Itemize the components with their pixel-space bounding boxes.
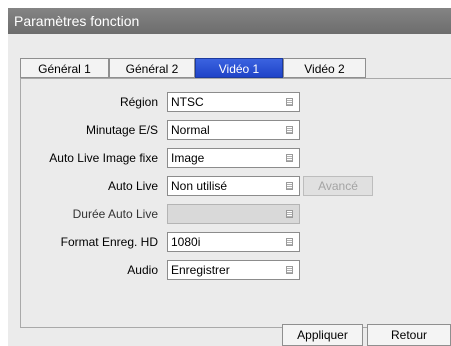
auto-live-duration-select [167,204,300,224]
auto-live-select[interactable]: Non utilisé [167,176,300,196]
dropdown-icon [286,266,293,274]
tab-general-2[interactable]: Général 2 [109,58,195,78]
tab-general-1[interactable]: Général 1 [20,58,109,78]
audio-select[interactable]: Enregistrer [167,260,300,280]
auto-live-still-select[interactable]: Image [167,148,300,168]
dropdown-icon [286,98,293,106]
hd-record-format-select[interactable]: 1080i [167,232,300,252]
dropdown-icon [286,238,293,246]
auto-live-still-label: Auto Live Image fixe [49,151,158,165]
timer-io-value: Normal [171,123,210,137]
audio-label: Audio [127,263,158,277]
region-value: NTSC [171,95,204,109]
auto-live-value: Non utilisé [171,179,228,193]
apply-button[interactable]: Appliquer [282,324,363,346]
timer-io-label: Minutage E/S [85,123,158,137]
function-settings-window: Paramètres fonction Général 1 Général 2 … [8,8,451,346]
audio-value: Enregistrer [171,263,230,277]
dropdown-icon [286,210,293,218]
back-button[interactable]: Retour [367,324,451,346]
timer-io-select[interactable]: Normal [167,120,300,140]
tab-video-2[interactable]: Vidéo 2 [283,58,366,78]
dropdown-icon [286,182,293,190]
dropdown-icon [286,126,293,134]
auto-live-still-value: Image [171,151,205,165]
advanced-button[interactable]: Avancé [303,176,373,196]
auto-live-label: Auto Live [107,179,158,193]
tab-video-1[interactable]: Vidéo 1 [195,58,283,78]
hd-record-format-value: 1080i [171,235,201,249]
auto-live-duration-label: Durée Auto Live [72,207,158,221]
dropdown-icon [286,154,293,162]
settings-panel [20,78,451,328]
region-label: Région [119,95,158,109]
region-select[interactable]: NTSC [167,92,300,112]
hd-record-format-label: Format Enreg. HD [60,235,158,249]
window-title: Paramètres fonction [8,8,451,34]
